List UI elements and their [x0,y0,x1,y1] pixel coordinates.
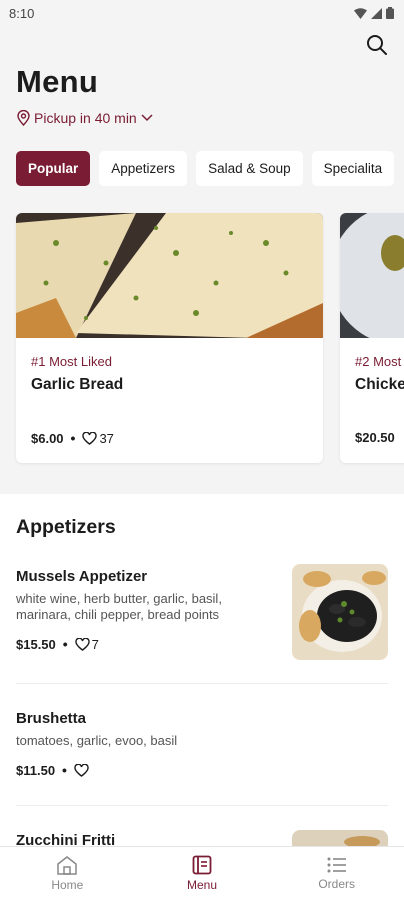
nav-label: Home [51,878,84,892]
card-rank: #2 Most [355,354,402,369]
heart-icon [82,431,98,445]
search-button[interactable] [364,32,390,58]
divider [16,683,388,684]
screen: 8:10 Menu Pickup in 40 min Popular Appet… [0,0,404,900]
card-name: Garlic Bread [31,376,124,393]
nav-label: Orders [318,877,356,891]
chip-specialita[interactable]: Specialita [311,151,395,186]
nav-orders[interactable]: Orders [269,847,404,900]
item-likes[interactable] [74,763,89,777]
garlic-bread-photo [16,213,323,338]
menu-item-brushetta[interactable]: Brushetta tomatoes, garlic, evoo, basil … [16,710,388,780]
featured-card-chicken[interactable]: #2 Most Chicke $20.50 [340,213,404,463]
heart-icon [74,763,89,777]
signal-icon [371,7,382,19]
orders-list-icon [327,857,346,873]
category-chips: Popular Appetizers Salad & Soup Speciali… [16,151,395,186]
bottom-nav: Home Menu Orders [0,846,404,900]
nav-home[interactable]: Home [0,847,135,900]
item-meta: $11.50 • [16,762,388,778]
nav-menu[interactable]: Menu [135,847,270,900]
chicken-photo [340,213,404,338]
item-price: $15.50 [16,636,56,652]
item-name: Brushetta [16,710,87,727]
item-likes[interactable]: 7 [74,636,99,652]
card-meta: $20.50 [355,430,395,445]
card-likes[interactable]: 37 [82,430,114,446]
card-price: $20.50 [355,430,395,445]
chip-salad-soup[interactable]: Salad & Soup [196,151,303,186]
pickup-time-selector[interactable]: Pickup in 40 min [17,110,153,126]
featured-cards: #1 Most Liked Garlic Bread $6.00 • 37 #2… [16,213,404,463]
status-icons [354,7,394,19]
menu-book-icon [192,855,212,875]
separator-dot: • [62,636,68,652]
card-rank: #1 Most Liked [31,354,112,369]
item-description: white wine, herb butter, garlic, basil, … [16,591,222,622]
status-time: 8:10 [9,5,35,21]
item-price: $11.50 [16,762,56,778]
wifi-icon [354,7,367,19]
nav-label: Menu [186,878,218,892]
divider [16,805,388,806]
appetizers-section: Appetizers Mussels Appetizer white wine,… [0,494,404,860]
battery-icon [386,7,394,19]
item-description: tomatoes, garlic, evoo, basil [16,733,178,748]
chip-appetizers[interactable]: Appetizers [99,151,188,186]
card-price: $6.00 [31,430,64,446]
likes-count: 37 [99,430,114,446]
featured-card-garlic-bread[interactable]: #1 Most Liked Garlic Bread $6.00 • 37 [16,213,323,463]
card-name: Chicke [355,376,404,393]
chip-popular[interactable]: Popular [16,151,91,186]
menu-item-mussels[interactable]: Mussels Appetizer white wine, herb butte… [16,564,388,668]
separator-dot: • [70,430,76,446]
mussels-photo [292,564,388,660]
status-bar: 8:10 [0,0,404,26]
heart-icon [74,637,90,651]
card-meta: $6.00 • 37 [31,430,114,446]
separator-dot: • [62,762,67,778]
pickup-label: Pickup in 40 min [34,110,137,126]
home-icon [57,856,78,875]
likes-count: 7 [91,636,99,652]
search-icon [367,35,387,55]
location-pin-icon [17,110,30,126]
section-title: Appetizers [16,516,116,538]
page-title: Menu [16,64,99,99]
chevron-down-icon [141,114,153,122]
